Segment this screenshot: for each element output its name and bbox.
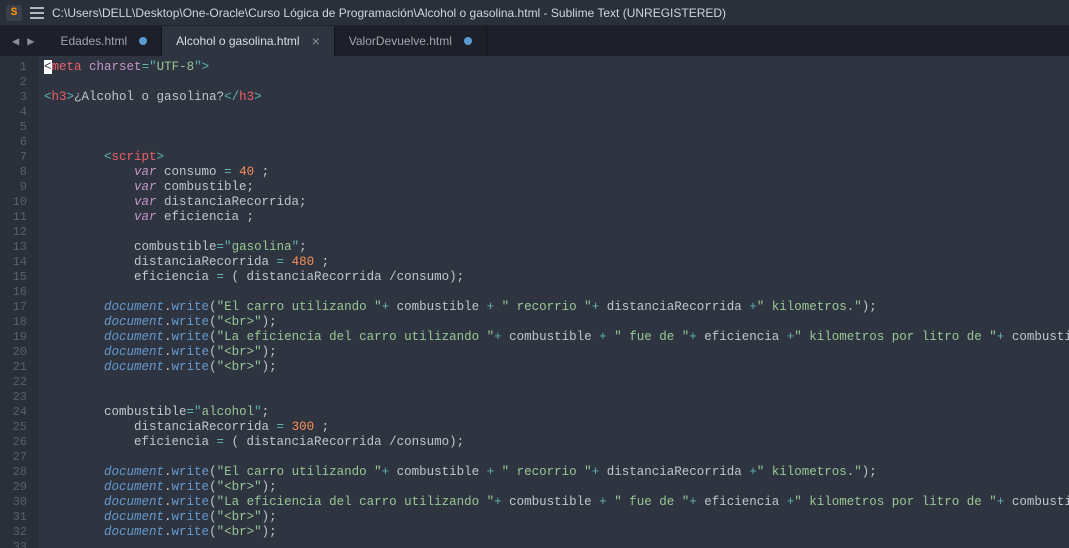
code-line[interactable]: var distanciaRecorrida; <box>44 195 1069 210</box>
code-line[interactable]: <h3>¿Alcohol o gasolina?</h3> <box>44 90 1069 105</box>
tab-alcohol-gasolina[interactable]: Alcohol o gasolina.html × <box>162 26 335 56</box>
tab-label: Edades.html <box>60 34 127 48</box>
window-titlebar: S C:\Users\DELL\Desktop\One-Oracle\Curso… <box>0 0 1069 26</box>
code-line[interactable] <box>44 75 1069 90</box>
menu-icon[interactable] <box>30 7 44 19</box>
line-number: 32 <box>0 525 27 540</box>
line-number: 17 <box>0 300 27 315</box>
code-line[interactable]: document.write("El carro utilizando "+ c… <box>44 300 1069 315</box>
code-line[interactable] <box>44 540 1069 548</box>
code-line[interactable]: combustible="alcohol"; <box>44 405 1069 420</box>
line-number: 19 <box>0 330 27 345</box>
code-line[interactable]: document.write("<br>"); <box>44 510 1069 525</box>
line-number-gutter: 1234567891011121314151617181920212223242… <box>0 56 38 548</box>
code-line[interactable]: <meta charset="UTF-8"> <box>44 60 1069 75</box>
nav-arrows: ◀ ▶ <box>0 26 46 56</box>
line-number: 33 <box>0 540 27 548</box>
code-editor[interactable]: <meta charset="UTF-8"> <h3>¿Alcohol o gas… <box>38 56 1069 548</box>
line-number: 20 <box>0 345 27 360</box>
line-number: 26 <box>0 435 27 450</box>
code-line[interactable]: document.write("<br>"); <box>44 345 1069 360</box>
editor-area: 1234567891011121314151617181920212223242… <box>0 56 1069 548</box>
line-number: 6 <box>0 135 27 150</box>
line-number: 9 <box>0 180 27 195</box>
code-line[interactable]: eficiencia = ( distanciaRecorrida /consu… <box>44 270 1069 285</box>
line-number: 14 <box>0 255 27 270</box>
dirty-dot-icon <box>139 37 147 45</box>
line-number: 2 <box>0 75 27 90</box>
line-number: 1 <box>0 60 27 75</box>
line-number: 31 <box>0 510 27 525</box>
code-line[interactable]: distanciaRecorrida = 480 ; <box>44 255 1069 270</box>
code-line[interactable] <box>44 450 1069 465</box>
code-line[interactable]: document.write("<br>"); <box>44 315 1069 330</box>
line-number: 30 <box>0 495 27 510</box>
tab-label: ValorDevuelve.html <box>349 34 452 48</box>
code-line[interactable] <box>44 225 1069 240</box>
line-number: 23 <box>0 390 27 405</box>
line-number: 3 <box>0 90 27 105</box>
code-line[interactable]: distanciaRecorrida = 300 ; <box>44 420 1069 435</box>
line-number: 4 <box>0 105 27 120</box>
code-line[interactable] <box>44 135 1069 150</box>
line-number: 29 <box>0 480 27 495</box>
code-line[interactable]: combustible="gasolina"; <box>44 240 1069 255</box>
tab-edades[interactable]: Edades.html <box>46 26 162 56</box>
line-number: 24 <box>0 405 27 420</box>
code-line[interactable]: document.write("El carro utilizando "+ c… <box>44 465 1069 480</box>
window-title: C:\Users\DELL\Desktop\One-Oracle\Curso L… <box>52 6 726 20</box>
line-number: 13 <box>0 240 27 255</box>
code-line[interactable]: <script> <box>44 150 1069 165</box>
code-line[interactable]: document.write("La eficiencia del carro … <box>44 330 1069 345</box>
line-number: 12 <box>0 225 27 240</box>
code-line[interactable]: var eficiencia ; <box>44 210 1069 225</box>
line-number: 16 <box>0 285 27 300</box>
line-number: 7 <box>0 150 27 165</box>
line-number: 10 <box>0 195 27 210</box>
tab-label: Alcohol o gasolina.html <box>176 34 299 48</box>
line-number: 21 <box>0 360 27 375</box>
code-line[interactable] <box>44 375 1069 390</box>
line-number: 28 <box>0 465 27 480</box>
line-number: 15 <box>0 270 27 285</box>
dirty-dot-icon <box>464 37 472 45</box>
code-line[interactable]: document.write("<br>"); <box>44 360 1069 375</box>
line-number: 22 <box>0 375 27 390</box>
line-number: 8 <box>0 165 27 180</box>
code-line[interactable] <box>44 120 1069 135</box>
tab-valordevuelve[interactable]: ValorDevuelve.html <box>335 26 487 56</box>
line-number: 5 <box>0 120 27 135</box>
code-line[interactable] <box>44 105 1069 120</box>
nav-forward-icon[interactable]: ▶ <box>27 34 34 49</box>
code-line[interactable]: eficiencia = ( distanciaRecorrida /consu… <box>44 435 1069 450</box>
tab-close-icon[interactable]: × <box>312 33 320 49</box>
code-line[interactable]: document.write("<br>"); <box>44 480 1069 495</box>
line-number: 11 <box>0 210 27 225</box>
code-line[interactable]: var consumo = 40 ; <box>44 165 1069 180</box>
code-line[interactable] <box>44 285 1069 300</box>
app-logo-icon: S <box>6 5 22 21</box>
code-line[interactable] <box>44 390 1069 405</box>
tab-bar: ◀ ▶ Edades.html Alcohol o gasolina.html … <box>0 26 1069 56</box>
line-number: 27 <box>0 450 27 465</box>
nav-back-icon[interactable]: ◀ <box>12 34 19 49</box>
code-line[interactable]: document.write("La eficiencia del carro … <box>44 495 1069 510</box>
line-number: 18 <box>0 315 27 330</box>
code-line[interactable]: var combustible; <box>44 180 1069 195</box>
code-line[interactable]: document.write("<br>"); <box>44 525 1069 540</box>
line-number: 25 <box>0 420 27 435</box>
